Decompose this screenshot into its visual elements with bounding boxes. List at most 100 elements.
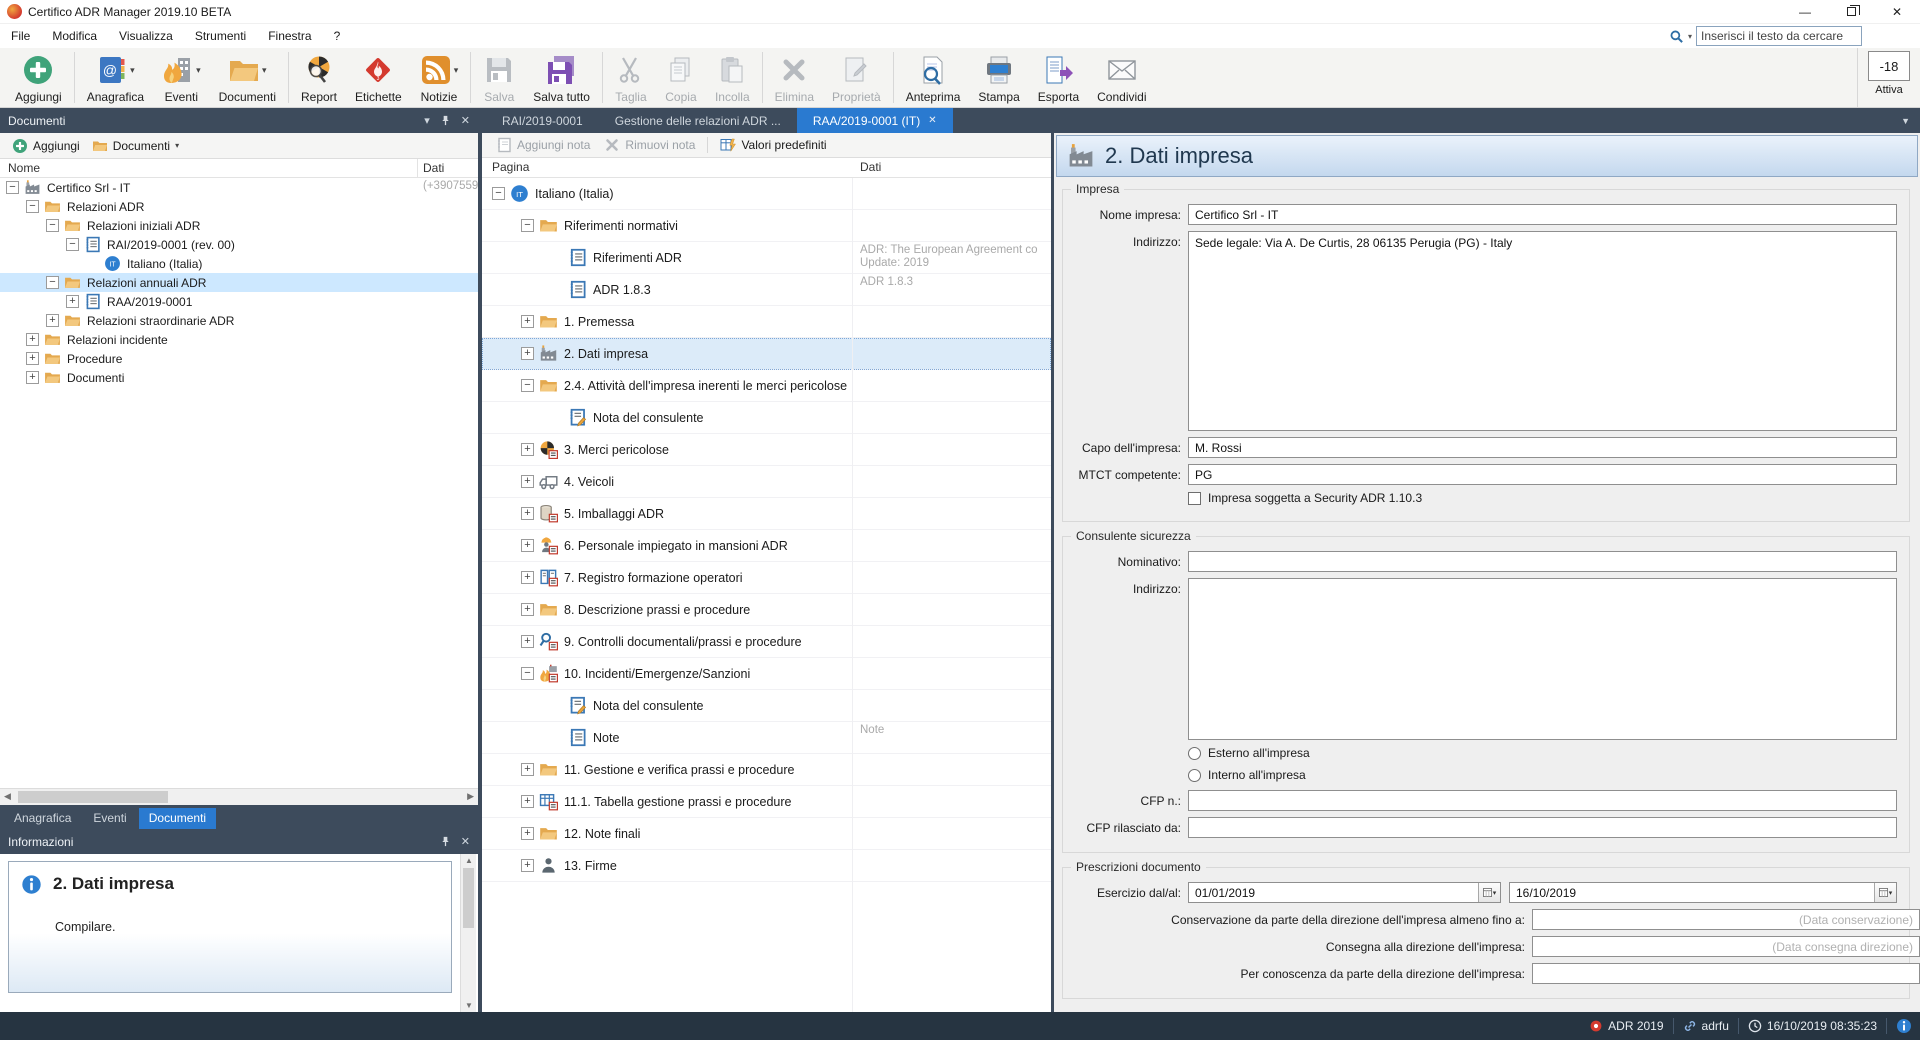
search-dropdown-icon[interactable]: ▾ [1688,32,1692,41]
capo-impresa-input[interactable] [1188,437,1897,458]
tab-list-dropdown-icon[interactable]: ▼ [1901,116,1910,126]
toolbar-etichette[interactable]: 3Etichette [346,48,411,107]
tab-raa-2019-0001-it[interactable]: RAA/2019-0001 (IT)✕ [797,108,953,133]
expand-icon[interactable]: + [521,347,534,360]
calendar-dropdown-icon[interactable]: ▾ [1874,883,1896,902]
toolbar-anagrafica[interactable]: @▾Anagrafica [78,48,153,107]
calendar-dropdown-icon[interactable]: ▾ [1478,883,1500,902]
search-icon[interactable] [1669,29,1684,44]
cfp-input[interactable] [1188,790,1897,811]
expand-icon[interactable]: + [521,315,534,328]
tree-row-13-firme[interactable]: +13. Firme [482,850,1051,882]
tree-row-riferimenti-adr[interactable]: Riferimenti ADRADR: The European Agreeme… [482,242,1051,274]
tree-row-nota-del-consulente[interactable]: Nota del consulente [482,690,1051,722]
vertical-scrollbar[interactable]: ▲ ▼ [460,854,476,1012]
consegna-input[interactable] [1532,936,1920,957]
tree-row-5-imballaggi-adr[interactable]: +5. Imballaggi ADR [482,498,1051,530]
tree-row-12-note-finali[interactable]: +12. Note finali [482,818,1051,850]
tree-row-relazioni-straordinarie-adr[interactable]: +Relazioni straordinarie ADR [0,311,478,330]
close-tab-icon[interactable]: ✕ [928,115,936,126]
expand-icon[interactable]: + [521,539,534,552]
dropdown-arrow-icon[interactable]: ▾ [130,65,135,76]
toolbar-documenti[interactable]: ▾Documenti [210,48,285,107]
dropdown-arrow-icon[interactable]: ▾ [262,65,267,76]
menu-file[interactable]: File [0,24,41,48]
menu-strumenti[interactable]: Strumenti [184,24,257,48]
collapse-icon[interactable]: − [6,181,19,194]
tab-gestione-delle-relazioni-adr[interactable]: Gestione delle relazioni ADR ... [599,108,797,133]
dock-tab-anagrafica[interactable]: Anagrafica [4,808,81,829]
column-pagina[interactable]: Pagina [492,160,529,174]
collapse-icon[interactable]: − [521,379,534,392]
indirizzo-textarea[interactable] [1188,231,1897,431]
column-dati[interactable]: Dati [860,160,881,174]
security-checkbox[interactable] [1188,492,1201,505]
tree-row-certifico-srl-it[interactable]: −Certifico Srl - IT(+3907559 [0,178,478,197]
toolbar-elimina[interactable]: Elimina [766,48,823,107]
conoscenza-input[interactable] [1532,963,1920,984]
tree-row-3-merci-pericolose[interactable]: +3. Merci pericolose [482,434,1051,466]
expand-icon[interactable]: + [521,603,534,616]
nome-impresa-input[interactable] [1188,204,1897,225]
esercizio-al-input[interactable] [1510,883,1874,902]
tree-row-relazioni-adr[interactable]: −Relazioni ADR [0,197,478,216]
collapse-icon[interactable]: − [46,219,59,232]
expand-icon[interactable]: + [521,571,534,584]
expand-icon[interactable]: + [46,314,59,327]
scroll-left-icon[interactable]: ◀ [4,791,11,802]
expand-icon[interactable]: + [521,859,534,872]
tree-row-nota-del-consulente[interactable]: Nota del consulente [482,402,1051,434]
tree-row-riferimenti-normativi[interactable]: −Riferimenti normativi [482,210,1051,242]
esercizio-dal-input[interactable] [1189,883,1478,902]
menu-modifica[interactable]: Modifica [41,24,108,48]
tree-row-11-gestione-e-verifica-prassi-e-procedure[interactable]: +11. Gestione e verifica prassi e proced… [482,754,1051,786]
tree-row-note[interactable]: NoteNote [482,722,1051,754]
pin-icon[interactable] [440,836,451,847]
consulente-indirizzo-textarea[interactable] [1188,578,1897,740]
column-nome[interactable]: Nome [8,161,40,175]
user-status[interactable]: adrfu [1683,1019,1729,1033]
toolbar-salva-tutto[interactable]: Salva tutto [524,48,599,107]
collapse-icon[interactable]: − [521,667,534,680]
expand-icon[interactable]: + [521,795,534,808]
cfp-rilasciato-input[interactable] [1188,817,1897,838]
tree-row-relazioni-incidente[interactable]: +Relazioni incidente [0,330,478,349]
tree-row-italiano-italia[interactable]: ITItaliano (Italia) [0,254,478,273]
toolbar-esporta[interactable]: Esporta [1029,48,1088,107]
collapse-icon[interactable]: − [492,187,505,200]
tree-row-2-4-attivit-dell-impresa-inerenti-le-merci-pericolose[interactable]: −2.4. Attività dell'impresa inerenti le … [482,370,1051,402]
restore-button[interactable] [1828,0,1874,23]
column-dati[interactable]: Dati [423,161,444,175]
close-panel-icon[interactable]: ✕ [461,835,470,848]
tree-row-rai-2019-0001-rev-00[interactable]: −RAI/2019-0001 (rev. 00) [0,235,478,254]
nominativo-input[interactable] [1188,551,1897,572]
toolbar-salva[interactable]: Salva [474,48,524,107]
conservazione-input[interactable] [1532,909,1920,930]
toolbar-anteprima[interactable]: Anteprima [897,48,970,107]
pagetool-aggiungi-nota[interactable]: Aggiungi nota [490,135,596,155]
mtct-input[interactable] [1188,464,1897,485]
trial-activation[interactable]: -18 Attiva [1857,48,1920,107]
toolbar-copia[interactable]: Copia [656,48,706,107]
tree-row-adr-1-8-3[interactable]: ADR 1.8.3ADR 1.8.3 [482,274,1051,306]
toolbar-incolla[interactable]: Incolla [706,48,759,107]
toolbar-notizie[interactable]: ▾Notizie [411,48,468,107]
dock-tab-eventi[interactable]: Eventi [83,808,136,829]
horizontal-scrollbar[interactable]: ◀ ▶ [0,788,478,805]
toolbar-report[interactable]: Report [292,48,346,107]
esterno-radio[interactable] [1188,747,1201,760]
tree-row-9-controlli-documentali-prassi-e-procedure[interactable]: +9. Controlli documentali/prassi e proce… [482,626,1051,658]
collapse-icon[interactable]: − [46,276,59,289]
close-panel-icon[interactable]: ✕ [461,114,470,127]
expand-icon[interactable]: + [521,827,534,840]
expand-icon[interactable]: + [521,635,534,648]
pagetool-valori-predefiniti[interactable]: Valori predefiniti [714,135,832,155]
pin-icon[interactable] [440,115,451,126]
toolbar-condividi[interactable]: Condividi [1088,48,1155,107]
panel-menu-icon[interactable]: ▾ [424,114,430,127]
tree-row-1-premessa[interactable]: +1. Premessa [482,306,1051,338]
expand-icon[interactable]: + [26,352,39,365]
expand-icon[interactable]: + [521,443,534,456]
minimize-button[interactable]: — [1782,0,1828,23]
datetime-status[interactable]: 16/10/2019 08:35:23 [1748,1019,1877,1033]
